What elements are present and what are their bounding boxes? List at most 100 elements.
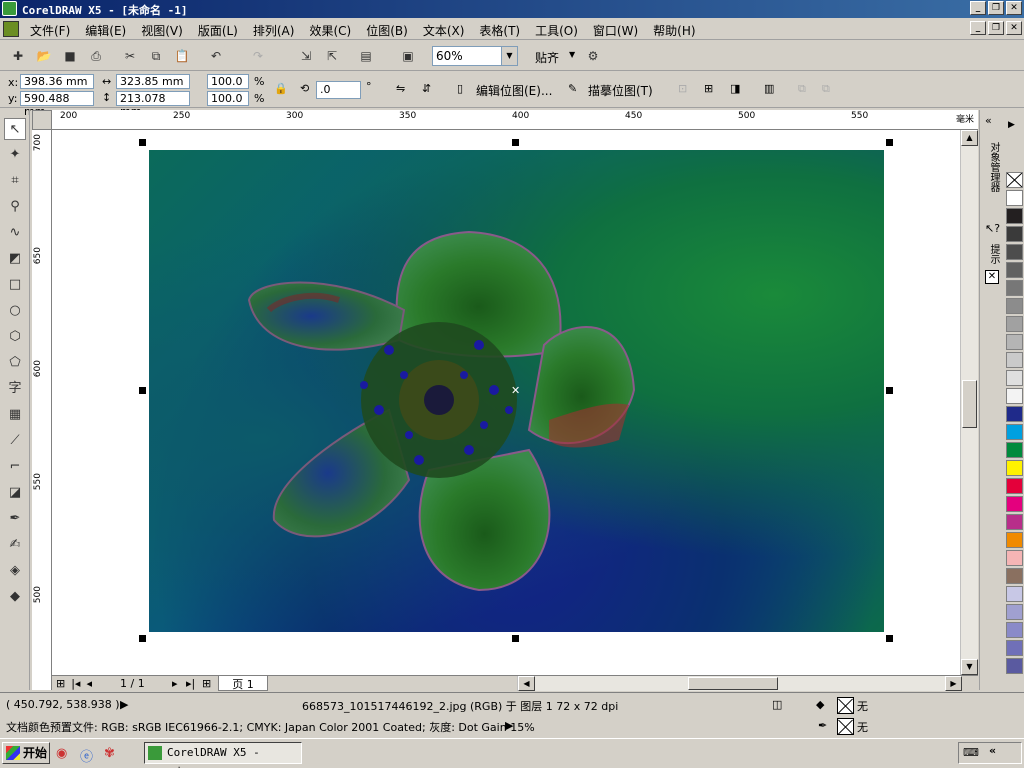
- snap-object-icon[interactable]: ◫: [772, 698, 782, 711]
- trace-bitmap-icon[interactable]: ✎: [568, 82, 577, 95]
- start-button[interactable]: 开始: [2, 742, 50, 764]
- ruler-origin[interactable]: [32, 110, 52, 130]
- redo-icon[interactable]: ↷: [250, 48, 266, 64]
- selection-handle[interactable]: [139, 139, 146, 146]
- new-document-icon[interactable]: ✚: [10, 48, 26, 64]
- dimension-tool-icon[interactable]: ⟋: [4, 430, 26, 452]
- color-swatch[interactable]: [1006, 406, 1023, 422]
- resample-icon[interactable]: ⊞: [704, 82, 713, 95]
- hints-icon[interactable]: ↖?: [985, 222, 1000, 235]
- width-field[interactable]: 323.85 mm: [116, 74, 190, 89]
- expand-arrow-icon[interactable]: ▶: [505, 719, 513, 732]
- copy-icon[interactable]: ⧉: [148, 48, 164, 64]
- object-manager-tab[interactable]: 对象管理器: [986, 142, 1001, 192]
- menu-item[interactable]: 版面(L): [198, 22, 238, 39]
- menu-item[interactable]: 文件(F): [30, 22, 70, 39]
- outline-pen-icon[interactable]: ✍: [4, 534, 26, 556]
- outline-indicator[interactable]: [837, 718, 854, 735]
- doc-close-button[interactable]: ✕: [1006, 21, 1022, 35]
- taskbar-coreldraw-button[interactable]: CorelDRAW X5 - [未...: [144, 742, 302, 768]
- last-page-icon[interactable]: ▸|: [186, 677, 195, 690]
- color-swatch[interactable]: [1006, 262, 1023, 278]
- selection-handle[interactable]: [512, 635, 519, 642]
- doc-minimize-button[interactable]: _: [970, 21, 986, 35]
- color-swatch[interactable]: [1006, 190, 1023, 206]
- minimize-button[interactable]: _: [970, 1, 986, 15]
- x-position-field[interactable]: 398.36 mm: [20, 74, 94, 89]
- trace-bitmap-button[interactable]: 描摹位图(T): [588, 82, 653, 99]
- color-swatch[interactable]: [1006, 424, 1023, 440]
- scroll-down-icon[interactable]: ▼: [961, 659, 978, 675]
- add-page-after-icon[interactable]: ⊞: [202, 677, 211, 690]
- fill-bucket-icon[interactable]: ◆: [816, 698, 824, 711]
- freehand-tool-icon[interactable]: ∿: [4, 222, 26, 244]
- color-swatch[interactable]: [1006, 478, 1023, 494]
- to-front-icon[interactable]: ⧉: [798, 82, 806, 96]
- prev-page-icon[interactable]: ◂: [86, 677, 92, 690]
- bitmap-color-mask-icon[interactable]: ◨: [730, 82, 740, 95]
- crop-tool-icon[interactable]: ⌗: [4, 170, 26, 192]
- export-icon[interactable]: ⇱: [324, 48, 340, 64]
- color-swatch[interactable]: [1006, 208, 1023, 224]
- fill-tool-icon[interactable]: ◈: [4, 560, 26, 582]
- no-color-swatch[interactable]: [1006, 172, 1023, 188]
- document-icon[interactable]: [3, 21, 19, 37]
- snap-to-dropdown[interactable]: 贴齐: [535, 49, 559, 66]
- menu-item[interactable]: 编辑(E): [85, 22, 126, 39]
- undo-icon[interactable]: ↶: [208, 48, 224, 64]
- options-icon[interactable]: ⚙: [585, 48, 601, 64]
- add-page-icon[interactable]: ⊞: [56, 677, 65, 690]
- to-back-icon[interactable]: ⧉: [822, 82, 830, 96]
- welcome-screen-icon[interactable]: ▣: [400, 48, 416, 64]
- zoom-tool-icon[interactable]: ⚲: [4, 196, 26, 218]
- selection-handle[interactable]: [886, 635, 893, 642]
- next-page-icon[interactable]: ▸: [172, 677, 178, 690]
- collapse-docker-icon[interactable]: «: [985, 114, 992, 127]
- eyedropper-tool-icon[interactable]: ✒: [4, 508, 26, 530]
- color-swatch[interactable]: [1006, 280, 1023, 296]
- open-folder-icon[interactable]: 📂: [36, 48, 52, 64]
- drawing-canvas[interactable]: ✕: [52, 130, 960, 675]
- color-swatch[interactable]: [1006, 370, 1023, 386]
- rectangle-tool-icon[interactable]: □: [4, 274, 26, 296]
- polygon-tool-icon[interactable]: ⬡: [4, 326, 26, 348]
- color-swatch[interactable]: [1006, 316, 1023, 332]
- color-swatch[interactable]: [1006, 352, 1023, 368]
- close-button[interactable]: ✕: [1006, 1, 1022, 15]
- horizontal-scroll-thumb[interactable]: [688, 677, 778, 690]
- pick-tool-icon[interactable]: ↖: [4, 118, 26, 140]
- mirror-horizontal-icon[interactable]: ⇋: [396, 82, 405, 95]
- menu-item[interactable]: 工具(O): [535, 22, 578, 39]
- color-swatch[interactable]: [1006, 532, 1023, 548]
- height-field[interactable]: 213.078 mm: [116, 91, 190, 118]
- palette-scroll-up-icon[interactable]: ▶: [1008, 120, 1015, 130]
- color-swatch[interactable]: [1006, 442, 1023, 458]
- connector-tool-icon[interactable]: ⌐: [4, 456, 26, 478]
- color-swatch[interactable]: [1006, 496, 1023, 512]
- restore-button[interactable]: ❐: [988, 1, 1004, 15]
- chevron-down-icon[interactable]: ▼: [569, 50, 575, 59]
- interactive-blend-icon[interactable]: ◪: [4, 482, 26, 504]
- color-swatch[interactable]: [1006, 586, 1023, 602]
- selection-handle[interactable]: [139, 635, 146, 642]
- scale-x-field[interactable]: 100.0: [207, 74, 249, 89]
- color-swatch[interactable]: [1006, 460, 1023, 476]
- outline-pen-icon[interactable]: ✒: [818, 719, 827, 732]
- publish-pdf-icon[interactable]: ▤: [358, 48, 374, 64]
- wrap-text-icon[interactable]: ▥: [764, 82, 774, 95]
- menu-item[interactable]: 效果(C): [309, 22, 351, 39]
- selection-handle[interactable]: [512, 139, 519, 146]
- vertical-scrollbar[interactable]: ▲ ▼: [960, 130, 978, 675]
- vertical-scroll-thumb[interactable]: [962, 380, 977, 428]
- horizontal-ruler[interactable]: 毫米 200 250 300 350 400 450 500 550: [52, 110, 978, 130]
- import-icon[interactable]: ⇲: [298, 48, 314, 64]
- crop-bitmap-icon[interactable]: ⊡: [678, 82, 687, 95]
- color-swatch[interactable]: [1006, 226, 1023, 242]
- vertical-ruler[interactable]: 700 650 600 550 500: [32, 130, 52, 690]
- menu-item[interactable]: 位图(B): [366, 22, 408, 39]
- scroll-left-icon[interactable]: ◀: [518, 676, 535, 691]
- color-swatch[interactable]: [1006, 640, 1023, 656]
- interactive-fill-icon[interactable]: ◆: [4, 586, 26, 608]
- color-swatch[interactable]: [1006, 622, 1023, 638]
- keyboard-icon[interactable]: ⌨: [963, 746, 979, 759]
